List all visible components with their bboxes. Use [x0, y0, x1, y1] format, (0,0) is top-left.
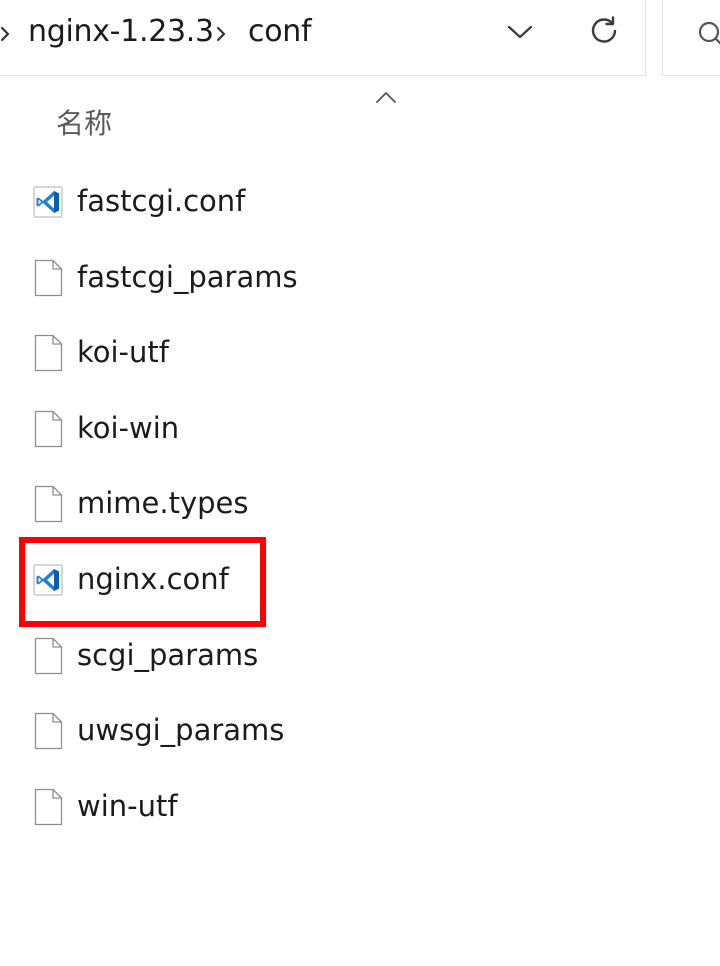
- file-name: fastcgi_params: [77, 259, 298, 294]
- history-dropdown-button[interactable]: [498, 12, 542, 56]
- breadcrumb-nginx-1-23-3[interactable]: nginx-1.23.3: [28, 12, 214, 52]
- vscode-file-icon: [32, 183, 64, 221]
- file-explorer-window: nginx-1.23.3 conf 名称 fastcgi.conf fastcg…: [0, 0, 720, 966]
- breadcrumb-chevron-icon[interactable]: [212, 16, 232, 52]
- file-name: scgi_params: [77, 637, 259, 672]
- search-box[interactable]: [662, 0, 720, 76]
- vscode-file-icon: [32, 561, 64, 599]
- file-row-scgi-params[interactable]: scgi_params: [0, 619, 720, 695]
- file-name: win-utf: [77, 788, 178, 823]
- file-row-koi-utf[interactable]: koi-utf: [0, 316, 720, 392]
- file-row-nginx-conf[interactable]: nginx.conf: [0, 543, 720, 619]
- file-name: koi-win: [77, 410, 180, 445]
- breadcrumb-chevron-icon[interactable]: [0, 16, 18, 52]
- address-bar[interactable]: nginx-1.23.3 conf: [0, 0, 646, 76]
- blank-file-icon: [32, 259, 64, 297]
- chevron-down-icon: [507, 24, 533, 44]
- blank-file-icon: [32, 788, 64, 826]
- blank-file-icon: [32, 712, 64, 750]
- file-row-mime-types[interactable]: mime.types: [0, 467, 720, 543]
- file-row-fastcgi-params[interactable]: fastcgi_params: [0, 241, 720, 317]
- file-name: koi-utf: [77, 335, 169, 370]
- blank-file-icon: [32, 637, 64, 675]
- search-icon: [697, 20, 720, 50]
- file-row-koi-win[interactable]: koi-win: [0, 392, 720, 468]
- file-row-uwsgi-params[interactable]: uwsgi_params: [0, 694, 720, 770]
- blank-file-icon: [32, 334, 64, 372]
- blank-file-icon: [32, 410, 64, 448]
- file-name: nginx.conf: [77, 561, 229, 596]
- column-header-name[interactable]: 名称: [56, 104, 112, 144]
- file-row-fastcgi-conf[interactable]: fastcgi.conf: [0, 165, 720, 241]
- blank-file-icon: [32, 485, 64, 523]
- refresh-button[interactable]: [582, 10, 626, 54]
- refresh-icon: [588, 14, 620, 50]
- breadcrumb-conf[interactable]: conf: [248, 12, 312, 52]
- file-row-win-utf[interactable]: win-utf: [0, 770, 720, 846]
- sort-ascending-icon: [374, 88, 398, 106]
- file-name: mime.types: [77, 486, 249, 521]
- file-name: uwsgi_params: [77, 713, 285, 748]
- file-list: fastcgi.conf fastcgi_params koi-utf koi-…: [0, 165, 720, 845]
- file-name: fastcgi.conf: [77, 184, 246, 218]
